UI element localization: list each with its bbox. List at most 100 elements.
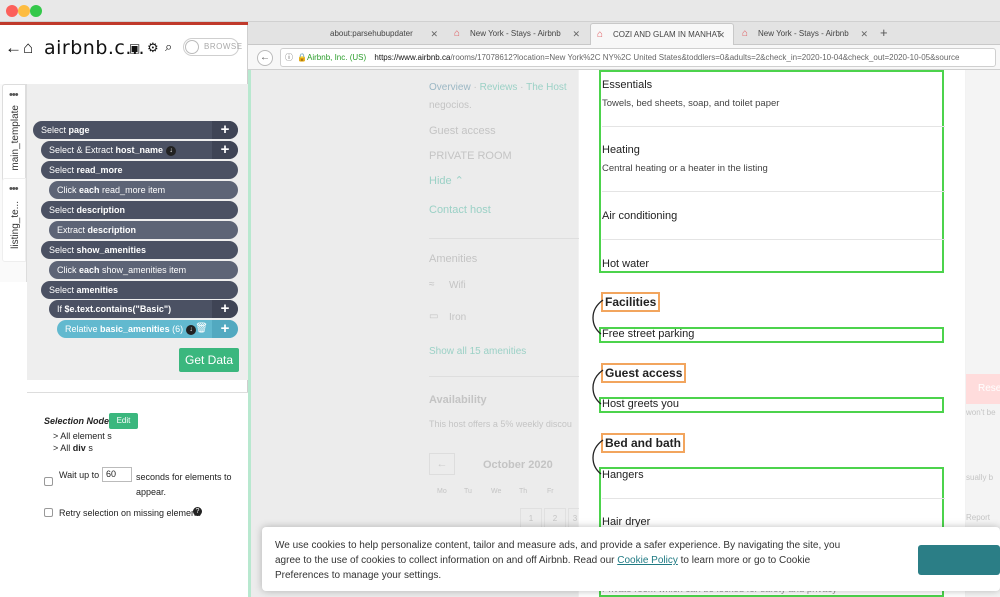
command-target: show_amenities item [102, 265, 187, 275]
amenity-subtitle: Central heating or a heater in the listi… [602, 163, 768, 174]
url-field[interactable]: ⓘ 🔒 Airbnb, Inc. (US) https://www.airbnb… [280, 48, 996, 67]
prev-month-button[interactable]: ← [429, 453, 455, 475]
command-relative-basic-amenities[interactable]: Relative basic_amenities (6) ↓ 🗑 + [57, 320, 238, 338]
command-click-read-more[interactable]: Click each read_more item [49, 181, 238, 199]
tab-title: COZI AND GLAM IN MANHAT [613, 30, 722, 39]
site-identity: Airbnb, Inc. (US) [307, 53, 367, 62]
all-div-tag: div [72, 443, 86, 453]
tab-new-york-stays[interactable]: ⌂ New York - Stays - Airbnb ✕ [448, 23, 588, 45]
nav-reviews[interactable]: Reviews [480, 82, 518, 93]
close-tab-icon[interactable]: ✕ [717, 24, 725, 45]
tab-cozi-and-glam[interactable]: ⌂ COZI AND GLAM IN MANHAT ✕ [590, 23, 734, 45]
relative-arrow [592, 439, 604, 475]
command-select-amenities[interactable]: Select amenities [41, 281, 238, 299]
airbnb-favicon-icon: ⌂ [597, 29, 604, 40]
gear-icon[interactable]: ⚙ [147, 40, 159, 56]
command-select-show-amenities[interactable]: Select show_amenities [41, 241, 238, 259]
add-command-button[interactable]: + [212, 320, 238, 338]
availability-heading: Availability [429, 394, 487, 406]
all-div-suffix: s [88, 443, 93, 453]
listing-background: Overview · Reviews · The Host negocios. … [248, 70, 582, 597]
hide-label: Hide [429, 175, 452, 187]
tab-listing-template[interactable]: ••• listing_te... [2, 178, 26, 262]
month-label: October 2020 [483, 459, 553, 471]
divider [602, 126, 945, 127]
tab-parsehub-updater[interactable]: about:parsehubupdater ✕ [308, 23, 446, 45]
private-room-text: PRIVATE ROOM [429, 150, 512, 162]
all-div-text: > All div s [53, 443, 93, 453]
add-command-button[interactable]: + [212, 300, 238, 318]
add-command-button[interactable]: + [212, 141, 238, 159]
wait-prefix-text: Wait up to [59, 470, 100, 480]
command-verb: Select [49, 165, 75, 175]
command-click-show-amenities[interactable]: Click each show_amenities item [49, 261, 238, 279]
amenities-heading: Amenities [429, 253, 478, 265]
close-tab-icon[interactable]: ✕ [430, 23, 438, 45]
tab-menu-icon[interactable]: ••• [9, 183, 19, 195]
browse-toggle[interactable]: BROWSE [183, 38, 242, 56]
add-command-button[interactable]: + [212, 121, 238, 139]
retry-checkbox[interactable] [44, 508, 53, 517]
home-icon[interactable]: ⌂ [23, 38, 33, 58]
browser-url-bar: ← ⓘ 🔒 Airbnb, Inc. (US) https://www.airb… [248, 45, 1000, 70]
wait-seconds-input[interactable]: 60 [102, 467, 132, 482]
booking-sidebar: Rese won't be sually b Report [966, 70, 1000, 597]
divider [429, 238, 579, 239]
minimize-window-button[interactable] [18, 5, 30, 17]
info-icon[interactable]: ⓘ [285, 49, 295, 66]
listing-subnav: Overview · Reviews · The Host [429, 82, 567, 93]
report-link[interactable]: Report [966, 513, 990, 522]
url-host: https://www.airbnb.ca [374, 53, 451, 62]
divider [602, 191, 945, 192]
save-icon[interactable]: ▣ [129, 41, 140, 55]
close-tab-icon[interactable]: ✕ [572, 23, 580, 45]
reserve-button[interactable]: Rese [966, 374, 1000, 404]
close-window-button[interactable] [6, 5, 18, 17]
command-if-contains-basic[interactable]: If $e.text.contains("Basic") + [49, 300, 238, 318]
sidebar-accent-bar [0, 22, 248, 25]
tab-menu-icon[interactable]: ••• [9, 89, 19, 101]
command-extract-description[interactable]: Extract description [49, 221, 238, 239]
wait-checkbox[interactable] [44, 477, 53, 486]
command-tree: Select page + Select & Extract host_name… [27, 84, 248, 380]
weekday-label: Fr [547, 488, 554, 495]
contact-host-link[interactable]: Contact host [429, 204, 491, 216]
edit-button[interactable]: Edit [109, 413, 138, 429]
amenity-title: Essentials [602, 79, 653, 91]
download-icon[interactable]: ↓ [166, 145, 177, 156]
cookie-ok-button[interactable] [918, 545, 1000, 575]
back-arrow-icon[interactable]: ← [5, 38, 22, 58]
command-target: page [68, 125, 90, 135]
command-select-description[interactable]: Select description [41, 201, 238, 219]
tab-main-template[interactable]: ••• main_template [2, 84, 26, 192]
help-icon[interactable]: ? [193, 507, 202, 516]
browse-label: BROWSE [204, 42, 243, 51]
show-all-amenities-link[interactable]: Show all 15 amenities [429, 346, 526, 357]
command-extract-host-name[interactable]: Select & Extract host_name ↓ + [41, 141, 238, 159]
nav-the-host[interactable]: The Host [526, 82, 567, 93]
amenity-title: Air conditioning [602, 210, 678, 222]
cookie-policy-link[interactable]: Cookie Policy [617, 555, 678, 566]
get-data-button[interactable]: Get Data [179, 348, 239, 372]
back-arrow-icon[interactable]: ← [257, 50, 273, 66]
amenity-title: Hot water [602, 258, 650, 270]
trash-icon[interactable]: 🗑 [195, 320, 208, 338]
command-target: basic_amenities [100, 324, 170, 334]
command-select-page[interactable]: Select page + [33, 121, 238, 139]
amenity-title: Heating [602, 144, 640, 156]
command-target: description [76, 205, 126, 215]
amenity-subtitle: Towels, bed sheets, soap, and toilet pap… [602, 98, 780, 109]
command-each: each [79, 265, 100, 275]
tab-label: main_template [10, 105, 21, 171]
maximize-window-button[interactable] [30, 5, 42, 17]
hide-link[interactable]: Hide ⌃ [429, 174, 464, 187]
weekday-label: Mo [437, 488, 447, 495]
new-tab-button[interactable]: + [880, 25, 888, 40]
all-elements-text: > All element s [53, 431, 112, 441]
tab-new-york-stays-2[interactable]: ⌂ New York - Stays - Airbnb ✕ [736, 23, 876, 45]
command-select-read-more[interactable]: Select read_more [41, 161, 238, 179]
nav-overview[interactable]: Overview [429, 82, 471, 93]
retry-label: Retry selection on missing element. [59, 508, 202, 518]
search-icon[interactable]: ⌕ [165, 39, 172, 55]
close-tab-icon[interactable]: ✕ [860, 23, 868, 45]
